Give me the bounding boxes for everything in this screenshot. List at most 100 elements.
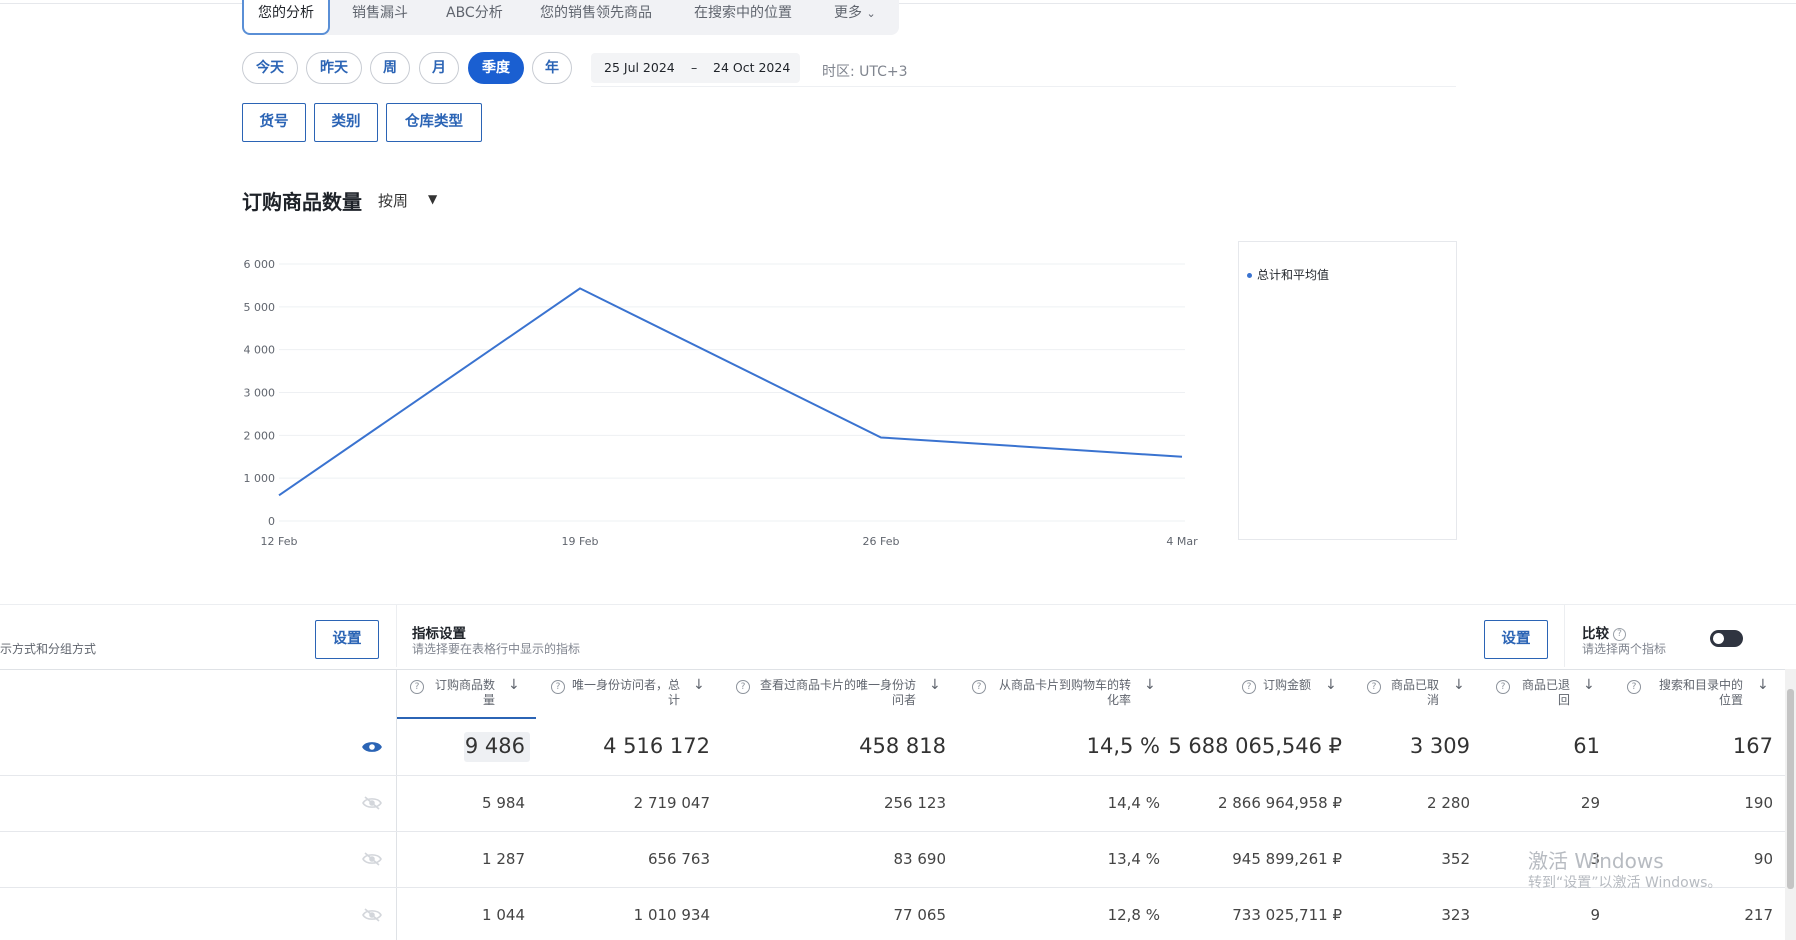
y-tick-label: 3 000: [244, 387, 276, 400]
metrics-settings-button[interactable]: 设置: [1484, 620, 1548, 659]
y-tick-label: 1 000: [244, 472, 276, 485]
y-tick-label: 5 000: [244, 301, 276, 314]
header-line: 回: [1557, 693, 1570, 707]
grouping-hint: 示方式和分组方式: [0, 642, 97, 656]
column-header-label: 搜索和目录中的 位置: [1633, 678, 1743, 708]
period-divider: [591, 86, 1456, 87]
period-yesterday[interactable]: 昨天: [306, 52, 362, 84]
chevron-down-icon[interactable]: ▼: [428, 192, 437, 206]
filter-sku-button[interactable]: 货号: [242, 103, 306, 142]
windows-watermark-title: 激活 Windows: [1528, 849, 1664, 873]
tab-abc-analysis[interactable]: ABC分析: [446, 0, 503, 35]
sort-arrow-icon[interactable]: ↓: [1583, 678, 1595, 693]
header-line: 订购商品数: [434, 678, 495, 692]
settings-divider: [396, 605, 397, 667]
y-tick-label: 2 000: [244, 429, 276, 442]
table-cell: 9: [1590, 905, 1600, 924]
metrics-settings-subtitle: 请选择要在表格行中显示的指标: [412, 642, 581, 656]
active-sort-indicator: [397, 717, 536, 719]
sort-arrow-icon[interactable]: ↓: [1453, 678, 1465, 693]
chevron-down-icon: ⌄: [866, 7, 876, 20]
filter-category-button[interactable]: 类别: [314, 103, 378, 142]
help-icon[interactable]: ?: [1613, 627, 1626, 641]
column-header-label: 订购金额: [1241, 678, 1311, 693]
x-tick-label: 12 Feb: [261, 535, 298, 548]
y-axis-ticks: 0 1 000 2 000 3 000 4 000 5 000 6 000: [244, 258, 276, 528]
compare-subtitle: 请选择两个指标: [1582, 642, 1667, 656]
header-line: 化率: [1106, 693, 1131, 707]
chart-series: [278, 287, 1183, 497]
date-from: 25 Jul 2024: [604, 60, 675, 75]
table-cell: 1 044: [482, 905, 525, 924]
sort-arrow-icon[interactable]: ↓: [1144, 678, 1156, 693]
metrics-settings-title: 指标设置: [412, 626, 466, 642]
line-chart: 0 1 000 2 000 3 000 4 000 5 000 6 000 12 Feb 19…: [244, 258, 1199, 548]
legend-item-total[interactable]: 总计和平均值: [1247, 266, 1329, 283]
table-cell: 217: [1744, 905, 1773, 924]
period-today[interactable]: 今天: [242, 52, 298, 84]
column-header-label: 查看过商品卡片的唯一身份访 问者: [736, 678, 916, 708]
table-scrollbar[interactable]: [1785, 669, 1796, 940]
series-line: [278, 287, 1183, 497]
sort-arrow-icon[interactable]: ↓: [1757, 678, 1769, 693]
compare-title: 比较?: [1582, 622, 1626, 642]
table-cell: 256 123: [883, 793, 946, 812]
table-cell: 458 818: [859, 733, 946, 758]
tab-sales-funnel[interactable]: 销售漏斗: [352, 0, 408, 35]
sort-arrow-icon[interactable]: ↓: [508, 678, 520, 693]
period-quarter[interactable]: 季度: [468, 52, 524, 84]
period-year[interactable]: 年: [532, 52, 572, 84]
table-cell: 4 516 172: [603, 733, 710, 758]
legend-dot: [1247, 273, 1252, 278]
header-line: 商品已退: [1521, 678, 1570, 692]
x-tick-label: 4 Mar: [1166, 535, 1198, 548]
table-cell: 14,4 %: [1107, 793, 1160, 812]
sort-arrow-icon[interactable]: ↓: [1325, 678, 1337, 693]
date-separator: –: [691, 60, 698, 75]
grouping-settings-button[interactable]: 设置: [315, 620, 379, 659]
table-cell: 1 010 934: [633, 905, 710, 924]
header-line: 搜索和目录中的: [1658, 678, 1743, 692]
table-cell: 656 763: [647, 849, 710, 868]
column-header-label: 商品已退回: [1500, 678, 1570, 708]
header-line: 商品已取: [1390, 678, 1439, 692]
table-cell: 14,5 %: [1086, 733, 1160, 758]
header-line: 计: [667, 693, 680, 707]
sort-arrow-icon[interactable]: ↓: [929, 678, 941, 693]
section-divider: [0, 604, 1796, 605]
header-line: 从商品卡片到购物车的转: [998, 678, 1131, 692]
table-cell: 2 719 047: [633, 793, 710, 812]
sort-arrow-icon[interactable]: ↓: [693, 678, 705, 693]
table-cell: 1 287: [482, 849, 525, 868]
windows-watermark-subtitle: 转到“设置”以激活 Windows。: [1528, 875, 1722, 891]
column-header-label: 唯一身份访问者，总计: [550, 678, 680, 708]
row-divider: [0, 775, 1785, 776]
date-range-picker[interactable]: 25 Jul 2024 – 24 Oct 2024: [591, 53, 800, 83]
tab-search-position[interactable]: 在搜索中的位置: [694, 0, 792, 35]
x-axis-ticks: 12 Feb 19 Feb 26 Feb 4 Mar: [261, 535, 1199, 548]
filter-warehouse-type-button[interactable]: 仓库类型: [386, 103, 482, 142]
compare-toggle[interactable]: [1710, 630, 1743, 647]
y-tick-label: 0: [268, 515, 275, 528]
legend-label: 总计和平均值: [1257, 268, 1330, 282]
group-by-select[interactable]: 按周: [378, 190, 408, 211]
tab-top-products[interactable]: 您的销售领先商品: [540, 0, 652, 35]
period-month[interactable]: 月: [419, 52, 459, 84]
tab-your-analysis[interactable]: 您的分析: [242, 0, 330, 35]
table-cell: 61: [1573, 733, 1600, 758]
column-header-label: 订购商品数量: [405, 678, 495, 708]
tab-more[interactable]: 更多 ⌄: [834, 0, 876, 35]
header-line: 消: [1426, 693, 1439, 707]
column-header-label: 商品已取消: [1369, 678, 1439, 708]
scrollbar-thumb[interactable]: [1787, 689, 1794, 889]
table-cell: 13,4 %: [1107, 849, 1160, 868]
table-cell: 77 065: [893, 905, 947, 924]
y-tick-label: 6 000: [244, 258, 276, 271]
x-tick-label: 26 Feb: [863, 535, 900, 548]
table-cell: 29: [1580, 793, 1600, 812]
period-week[interactable]: 周: [370, 52, 410, 84]
table-cell: 9 486: [464, 733, 525, 758]
header-line: 查看过商品卡片的唯一身份访: [759, 678, 916, 692]
row-divider: [0, 831, 1785, 832]
x-tick-label: 19 Feb: [562, 535, 599, 548]
